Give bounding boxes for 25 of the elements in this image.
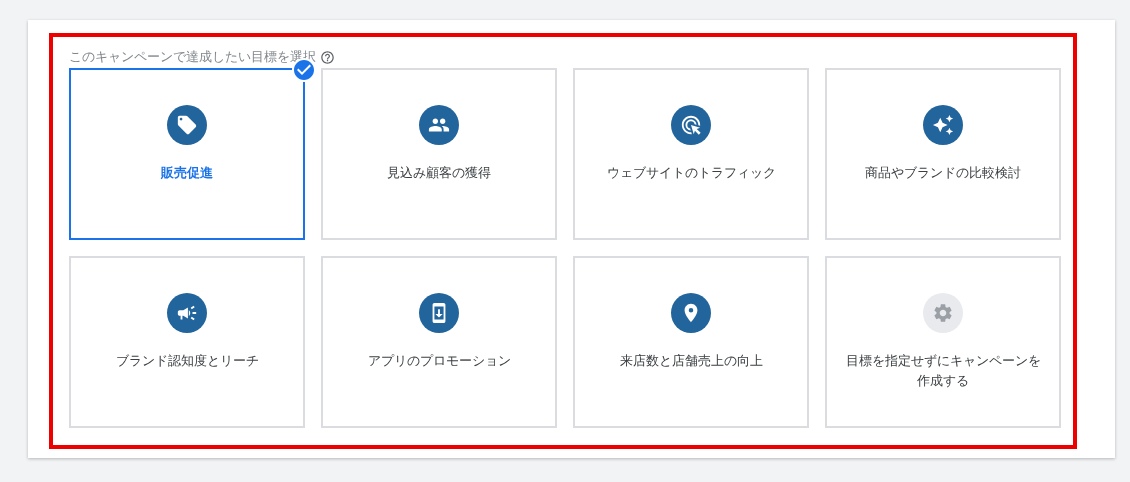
goal-card[interactable]: 目標を指定せずにキャンペーンを作成する [825, 256, 1061, 428]
location-pin-icon [671, 293, 711, 333]
goal-card[interactable]: 見込み顧客の獲得 [321, 68, 557, 240]
goal-label: 商品やブランドの比較検討 [865, 164, 1021, 182]
goal-card[interactable]: ウェブサイトのトラフィック [573, 68, 809, 240]
goal-label: アプリのプロモーション [367, 352, 511, 370]
goal-label: 来店数と店舗売上の向上 [619, 352, 763, 370]
goal-card[interactable]: 販売促進 [69, 68, 305, 240]
phone-download-icon [419, 293, 459, 333]
tag-icon [167, 105, 207, 145]
megaphone-icon [167, 293, 207, 333]
goal-label: 販売促進 [161, 164, 213, 182]
goal-card[interactable]: 来店数と店舗売上の向上 [573, 256, 809, 428]
goal-label: 目標を指定せずにキャンペーンを作成する [845, 352, 1041, 390]
goal-card[interactable]: ブランド認知度とリーチ [69, 256, 305, 428]
goal-card[interactable]: 商品やブランドの比較検討 [825, 68, 1061, 240]
people-icon [419, 105, 459, 145]
goal-label: ブランド認知度とリーチ [115, 352, 259, 370]
settings-icon [923, 293, 963, 333]
goal-label: 見込み顧客の獲得 [387, 164, 491, 182]
sparkle-icon [923, 105, 963, 145]
goal-card[interactable]: アプリのプロモーション [321, 256, 557, 428]
cursor-click-icon [671, 105, 711, 145]
help-icon[interactable] [320, 49, 335, 65]
goal-label: ウェブサイトのトラフィック [606, 164, 776, 182]
